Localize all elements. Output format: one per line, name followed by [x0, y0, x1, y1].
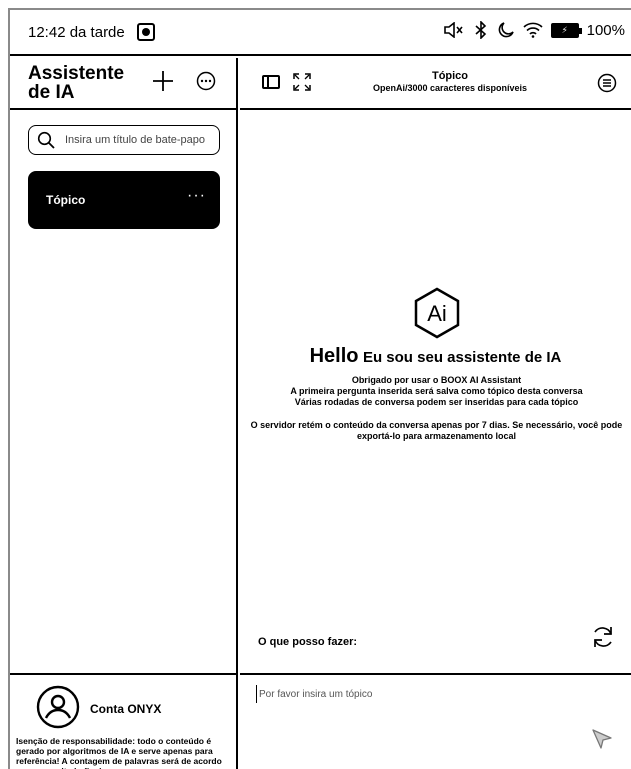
menu-icon[interactable]	[597, 73, 617, 93]
chat-header: Tópico OpenAi/3000 caracteres disponívei…	[240, 58, 631, 110]
chat-panel: Tópico OpenAi/3000 caracteres disponívei…	[240, 58, 631, 769]
mute-icon	[443, 22, 463, 38]
avatar-icon[interactable]	[36, 685, 80, 729]
topic-item[interactable]: Tópico ···	[28, 171, 220, 229]
search-icon	[37, 131, 55, 149]
intro-text: Obrigado por usar o BOOX AI Assistant A …	[246, 375, 627, 408]
wifi-icon	[523, 22, 543, 38]
battery-icon: ⚡	[550, 22, 582, 38]
new-chat-plus-icon[interactable]	[150, 68, 176, 94]
sidebar-header: Assistente de IA	[10, 58, 236, 110]
battery-level: 100%	[586, 21, 625, 39]
intro-line: Várias rodadas de conversa podem ser ins…	[294, 397, 579, 407]
search-box[interactable]	[28, 125, 220, 155]
topic-menu-icon[interactable]: ···	[187, 187, 206, 205]
greeting-subtitle: Eu sou seu assistente de IA	[362, 349, 562, 366]
greeting: Hello Eu sou seu assistente de IA	[240, 345, 631, 368]
intro-line: Obrigado por usar o BOOX AI Assistant	[351, 375, 522, 385]
chat-title: Tópico	[431, 70, 469, 82]
topic-input[interactable]	[256, 685, 576, 703]
chat-subtitle: OpenAi/3000 caracteres disponíveis	[372, 83, 528, 93]
app-indicator-icon	[137, 23, 155, 41]
message-input-area	[240, 673, 631, 769]
more-options-icon[interactable]	[196, 71, 216, 91]
send-icon[interactable]	[590, 727, 614, 751]
account-name[interactable]: Conta ONYX	[90, 702, 161, 716]
refresh-icon[interactable]	[590, 624, 616, 650]
greeting-hello: Hello	[309, 345, 359, 367]
status-bar: 12:42 da tarde ⚡ 100%	[10, 10, 631, 56]
sidebar: Assistente de IA Tópico ··· Conta ONYX I…	[10, 58, 238, 769]
what-can-i-do-label: O que posso fazer:	[258, 636, 358, 648]
topic-item-label: Tópico	[46, 193, 86, 207]
sidebar-title: Assistente de IA	[28, 63, 125, 103]
ai-logo-text: Ai	[427, 301, 447, 326]
moon-icon	[498, 22, 514, 38]
search-input[interactable]	[65, 129, 215, 151]
account-area: Conta ONYX Isenção de responsabilidade: …	[10, 673, 236, 769]
collapse-icon[interactable]	[292, 72, 312, 92]
sidebar-toggle-icon[interactable]	[262, 75, 280, 89]
status-icons: ⚡ 100%	[443, 21, 625, 39]
disclaimer-text: Isenção de responsabilidade: todo o cont…	[16, 736, 222, 769]
bluetooth-icon	[475, 21, 486, 39]
ai-logo-icon: Ai	[414, 287, 460, 339]
status-time: 12:42 da tarde	[28, 24, 125, 41]
server-note: O servidor retém o conteúdo da conversa …	[250, 420, 623, 441]
intro-line: A primeira pergunta inserida será salva …	[290, 386, 583, 396]
